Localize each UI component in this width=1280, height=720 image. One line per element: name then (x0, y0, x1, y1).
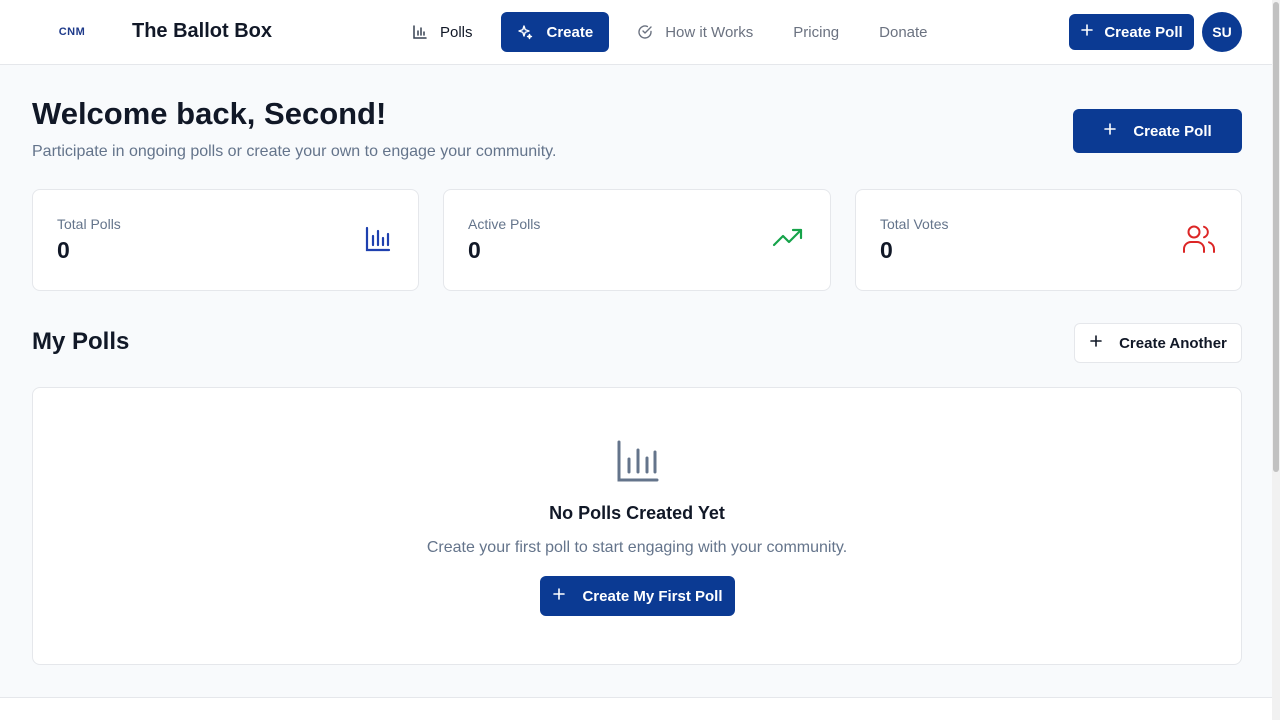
bar-chart-icon (412, 24, 428, 40)
stat-value: 0 (880, 237, 893, 263)
trending-up-icon (772, 225, 804, 258)
button-label: Create Another (1119, 334, 1227, 352)
nav-item-label: Create (546, 23, 594, 41)
plus-icon (1080, 23, 1094, 41)
empty-state-description: Create your first poll to start engaging… (426, 539, 848, 556)
nav-item-label: Polls (440, 23, 473, 41)
empty-state-title: No Polls Created Yet (549, 503, 725, 523)
stat-label: Total Polls (57, 216, 121, 232)
button-label: Create Poll (1133, 122, 1212, 140)
stat-card-total-votes: Total Votes 0 (855, 189, 1242, 291)
main-nav: Polls Create How it Works Pricing Donate (400, 12, 956, 52)
sparkles-icon (517, 24, 533, 40)
create-poll-button[interactable]: Create Poll (1073, 109, 1242, 153)
nav-item-how-it-works[interactable]: How it Works (625, 12, 765, 52)
users-icon (1183, 224, 1215, 259)
create-another-button[interactable]: Create Another (1074, 323, 1242, 363)
stat-label: Active Polls (468, 216, 541, 232)
nav-item-polls[interactable]: Polls (400, 12, 485, 52)
user-avatar[interactable]: SU (1202, 12, 1242, 52)
nav-item-pricing[interactable]: Pricing (781, 12, 851, 52)
create-first-poll-button[interactable]: Create My First Poll (540, 576, 735, 616)
nav-item-create[interactable]: Create (500, 12, 610, 52)
page-title: Welcome back, Second! (32, 96, 387, 131)
bar-chart-icon (616, 439, 660, 488)
brand-name[interactable]: The Ballot Box (132, 20, 272, 43)
nav-item-label: How it Works (665, 23, 754, 41)
stat-label: Total Votes (880, 216, 949, 232)
check-circle-icon (637, 24, 653, 40)
stat-value: 0 (468, 237, 481, 263)
top-navigation-bar: CNM The Ballot Box Polls Create How it W… (0, 0, 1280, 65)
brand-logo[interactable]: CNM (32, 8, 112, 56)
page-subtitle: Participate in ongoing polls or create y… (32, 143, 557, 160)
header-create-poll-button[interactable]: Create Poll (1069, 14, 1194, 50)
plus-icon (552, 587, 566, 605)
nav-item-donate[interactable]: Donate (867, 12, 939, 52)
my-polls-heading: My Polls (32, 328, 130, 355)
stat-card-total-polls: Total Polls 0 (32, 189, 419, 291)
nav-item-label: Pricing (793, 23, 840, 41)
stat-card-active-polls: Active Polls 0 (443, 189, 831, 291)
nav-item-label: Donate (879, 23, 928, 41)
button-label: Create Poll (1104, 23, 1183, 41)
bar-chart-icon (364, 225, 392, 258)
scrollbar-thumb[interactable] (1273, 2, 1279, 472)
page-scrollbar[interactable] (1272, 0, 1280, 720)
plus-icon (1089, 334, 1103, 352)
stat-value: 0 (57, 237, 70, 263)
button-label: Create My First Poll (582, 587, 723, 605)
plus-icon (1103, 122, 1117, 140)
empty-polls-card: No Polls Created Yet Create your first p… (32, 387, 1242, 665)
footer (0, 697, 1272, 720)
